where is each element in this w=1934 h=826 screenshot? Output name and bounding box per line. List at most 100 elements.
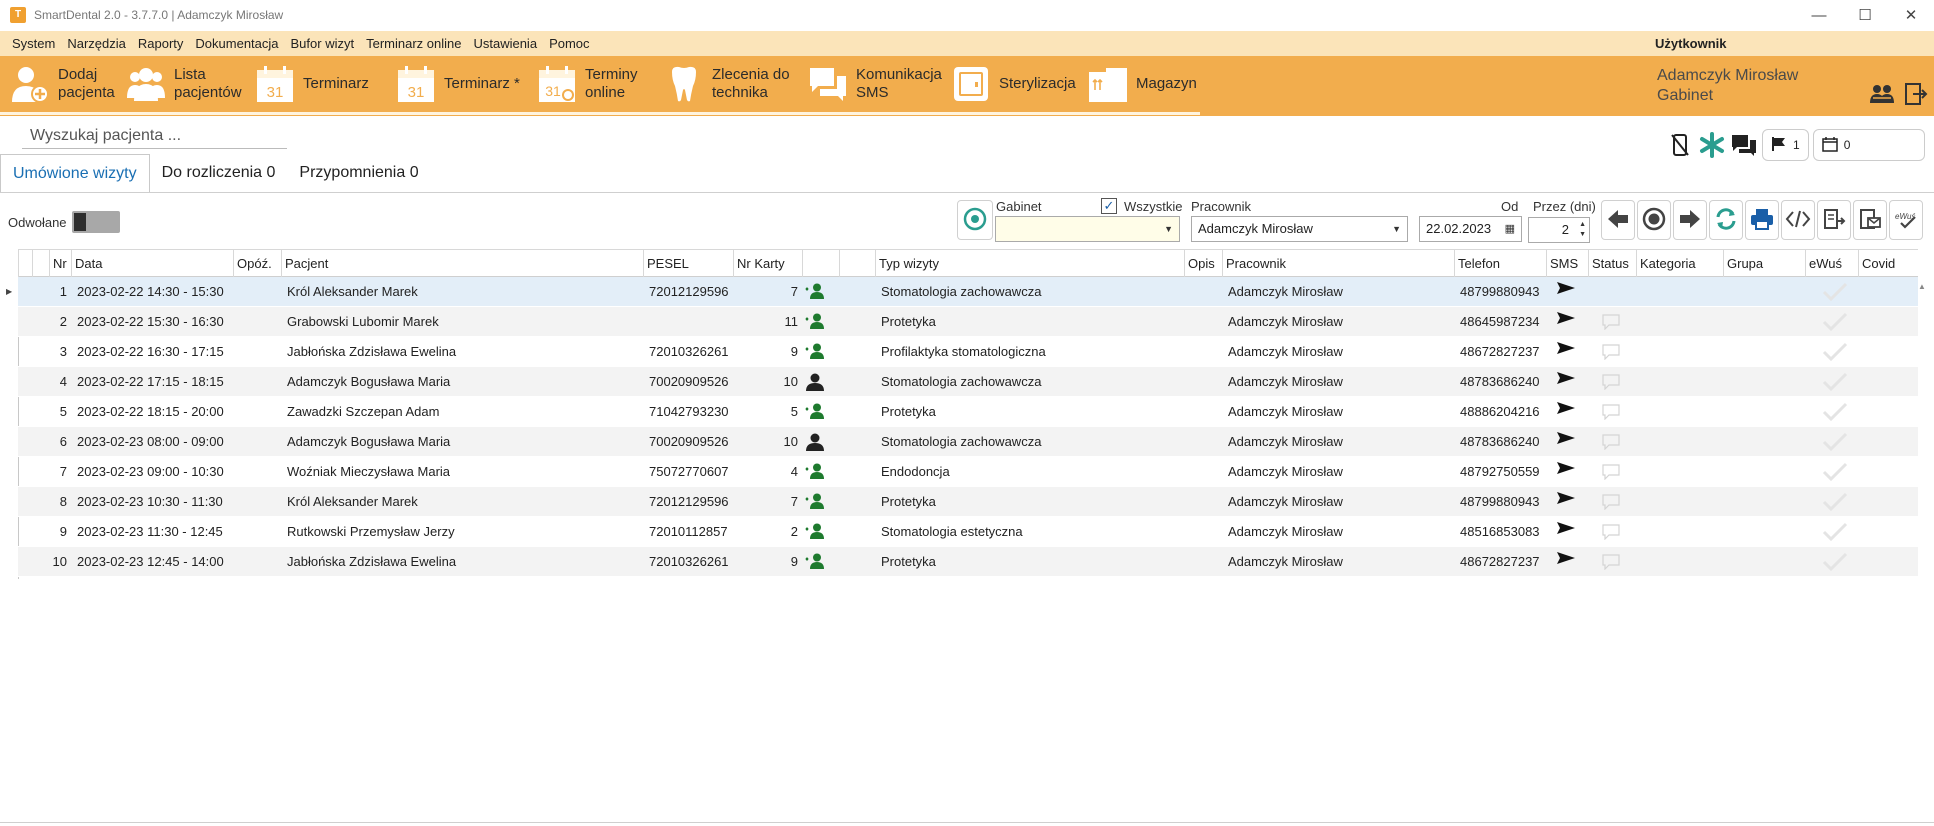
table-row[interactable]: 5 2023-02-22 18:15 - 20:00 Zawadzki Szczep… <box>18 397 1918 427</box>
tab-reminders[interactable]: Przypomnienia 0 <box>287 154 430 192</box>
message-bubble-icon[interactable] <box>1598 457 1628 487</box>
from-date-field[interactable]: 22.02.2023 ▦ <box>1419 216 1522 242</box>
close-button[interactable]: ✕ <box>1888 0 1934 30</box>
sterilization-button[interactable]: Sterylizacja <box>951 56 1076 112</box>
col-patient-type[interactable] <box>802 250 839 277</box>
col-flag[interactable] <box>839 250 875 277</box>
all-rooms-checkbox[interactable]: ✓ <box>1101 198 1117 214</box>
menu-reports[interactable]: Raporty <box>132 36 190 51</box>
message-bubble-icon[interactable] <box>1598 547 1628 577</box>
registered-patient-icon[interactable] <box>802 487 839 517</box>
preview-button[interactable] <box>957 200 993 240</box>
registered-patient-icon[interactable] <box>802 337 839 367</box>
col-employee[interactable]: Pracownik <box>1222 250 1454 277</box>
message-bubble-icon[interactable] <box>1598 367 1628 397</box>
col-card-number[interactable]: Nr Karty <box>733 250 802 277</box>
stepper-arrows-icon[interactable]: ▲ ▼ <box>1579 220 1586 240</box>
table-row[interactable]: ▶ 1 2023-02-22 14:30 - 15:30 Król Aleksande… <box>6 277 1918 307</box>
col-date[interactable]: Data <box>71 250 233 277</box>
menu-user[interactable]: Użytkownik <box>1655 36 1727 51</box>
no-phone-icon[interactable] <box>1666 131 1694 159</box>
cancelled-toggle[interactable] <box>72 211 120 233</box>
message-bubble-icon[interactable] <box>1598 277 1628 307</box>
table-row[interactable]: 2 2023-02-22 15:30 - 16:30 Grabowski Lubom… <box>18 307 1918 337</box>
col-phone[interactable]: Telefon <box>1454 250 1546 277</box>
registered-patient-icon[interactable] <box>802 547 839 577</box>
message-bubble-icon[interactable] <box>1598 397 1628 427</box>
code-button[interactable] <box>1781 200 1815 240</box>
patient-icon[interactable] <box>802 427 839 457</box>
col-sms[interactable]: SMS <box>1546 250 1588 277</box>
table-row[interactable]: 9 2023-02-23 11:30 - 12:45 Rutkowski Przem… <box>18 517 1918 547</box>
menu-documentation[interactable]: Dokumentacja <box>189 36 284 51</box>
col-status[interactable]: Status <box>1588 250 1636 277</box>
minimize-button[interactable]: — <box>1796 0 1842 30</box>
send-sms-icon[interactable] <box>1553 517 1583 547</box>
patient-icon[interactable] <box>802 367 839 397</box>
col-visit-type[interactable]: Typ wizyty <box>875 250 1184 277</box>
switch-user-icon[interactable] <box>1868 80 1896 108</box>
employee-select[interactable]: Adamczyk Mirosław ▼ <box>1191 216 1408 242</box>
table-row[interactable]: 10 2023-02-23 12:45 - 14:00 Jabłońska Zdzi… <box>18 547 1918 577</box>
send-sms-icon[interactable] <box>1553 397 1583 427</box>
message-bubble-icon[interactable] <box>1598 487 1628 517</box>
col-description[interactable]: Opis <box>1184 250 1222 277</box>
calendar-picker-icon[interactable]: ▦ <box>1505 217 1515 241</box>
message-bubble-icon[interactable] <box>1598 517 1628 547</box>
message-bubble-icon[interactable] <box>1598 307 1628 337</box>
col-ewus[interactable]: eWuś <box>1805 250 1858 277</box>
message-bubble-icon[interactable] <box>1598 337 1628 367</box>
refresh-button[interactable] <box>1709 200 1743 240</box>
ewus-check-button[interactable]: eWuś <box>1889 200 1923 240</box>
send-sms-icon[interactable] <box>1553 547 1583 577</box>
table-row[interactable]: 7 2023-02-23 09:00 - 10:30 Woźniak Mieczys… <box>18 457 1918 487</box>
print-button[interactable] <box>1745 200 1779 240</box>
asterisk-icon[interactable] <box>1698 131 1726 159</box>
technician-orders-button[interactable]: Zlecenia do technika <box>664 56 790 112</box>
send-sms-icon[interactable] <box>1553 487 1583 517</box>
sms-communication-button[interactable]: Komunikacja SMS <box>808 56 942 112</box>
col-pesel[interactable]: PESEL <box>643 250 733 277</box>
logout-icon[interactable] <box>1902 80 1930 108</box>
export-document-button[interactable] <box>1817 200 1851 240</box>
warehouse-button[interactable]: Magazyn <box>1088 56 1197 112</box>
email-document-button[interactable] <box>1853 200 1887 240</box>
table-row[interactable]: 8 2023-02-23 10:30 - 11:30 Król Aleksander… <box>18 487 1918 517</box>
col-group[interactable]: Grupa <box>1723 250 1805 277</box>
previous-day-button[interactable] <box>1601 200 1635 240</box>
tab-to-settle[interactable]: Do rozliczenia 0 <box>150 154 288 192</box>
send-sms-icon[interactable] <box>1553 307 1583 337</box>
send-sms-icon[interactable] <box>1553 427 1583 457</box>
room-select[interactable]: ▼ <box>995 216 1180 242</box>
online-appointments-button[interactable]: 31 Terminy online <box>537 56 638 112</box>
send-sms-icon[interactable] <box>1553 277 1583 307</box>
menu-system[interactable]: System <box>6 36 61 51</box>
menu-settings[interactable]: Ustawienia <box>467 36 543 51</box>
days-stepper[interactable]: 2 ▲ ▼ <box>1528 217 1590 243</box>
calendar-counter[interactable]: 0 <box>1812 129 1925 161</box>
scroll-up-arrow-icon[interactable]: ▲ <box>1918 282 1926 291</box>
next-day-button[interactable] <box>1673 200 1707 240</box>
col-category[interactable]: Kategoria <box>1636 250 1723 277</box>
table-row[interactable]: 6 2023-02-23 08:00 - 09:00 Adamczyk Bogusł… <box>18 427 1918 457</box>
menu-visit-buffer[interactable]: Bufor wizyt <box>285 36 361 51</box>
tab-scheduled-visits[interactable]: Umówione wizyty <box>0 154 150 192</box>
today-button[interactable] <box>1637 200 1671 240</box>
col-nr[interactable]: Nr <box>49 250 71 277</box>
menu-online-schedule[interactable]: Terminarz online <box>360 36 467 51</box>
col-covid[interactable]: Covid <box>1858 250 1916 277</box>
send-sms-icon[interactable] <box>1553 367 1583 397</box>
registered-patient-icon[interactable] <box>802 457 839 487</box>
menu-tools[interactable]: Narzędzia <box>61 36 132 51</box>
registered-patient-icon[interactable] <box>802 307 839 337</box>
patients-list-button[interactable]: Lista pacjentów <box>126 56 242 112</box>
col-delay[interactable]: Opóź. <box>233 250 281 277</box>
maximize-button[interactable]: ☐ <box>1842 0 1888 30</box>
table-row[interactable]: 3 2023-02-22 16:30 - 17:15 Jabłońska Zdzis… <box>18 337 1918 367</box>
patient-search-input[interactable] <box>22 123 287 149</box>
menu-help[interactable]: Pomoc <box>543 36 595 51</box>
add-patient-button[interactable]: Dodaj pacjenta <box>10 56 115 112</box>
schedule-star-button[interactable]: 31 Terminarz * <box>396 56 520 112</box>
schedule-button[interactable]: 31 Terminarz <box>255 56 369 112</box>
col-patient[interactable]: Pacjent <box>281 250 643 277</box>
